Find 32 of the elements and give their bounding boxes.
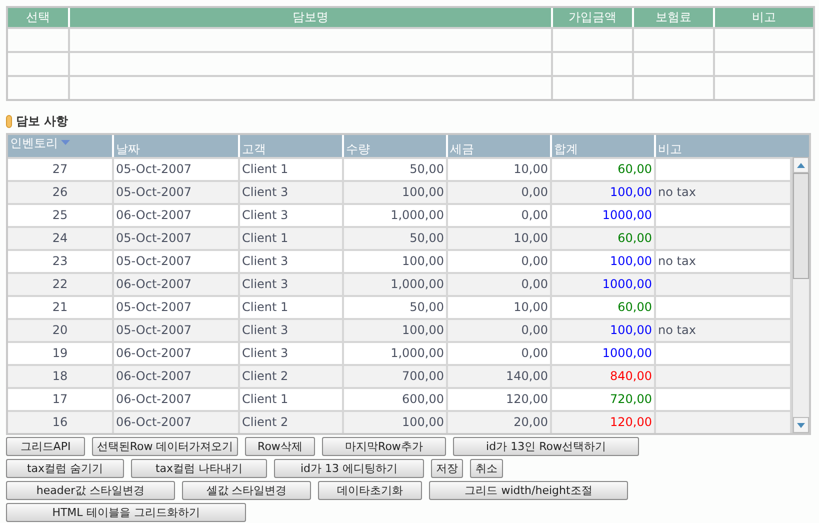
action-button[interactable]: tax컬럼 나타내기 [131,459,267,478]
scroll-thumb[interactable] [793,173,809,279]
action-button[interactable]: HTML 테이블을 그리드화하기 [6,503,246,522]
action-button[interactable]: header값 스타일변경 [6,481,175,500]
action-button[interactable]: id가 13인 Row선택하기 [453,437,639,456]
action-button[interactable]: 그리드 width/height조절 [429,481,628,500]
scrollbar[interactable] [792,157,809,433]
column-header: 비고 [751,9,777,26]
column-header: 선택 [8,8,70,27]
column-header: 담보명 [70,8,553,27]
action-button[interactable]: 데이타초기화 [318,481,422,500]
action-button[interactable]: 마지막Row추가 [322,437,446,456]
action-button[interactable]: Row삭제 [245,437,315,456]
table-cell: 20,00 [448,412,552,433]
action-button[interactable]: tax컬럼 숨기기 [6,459,124,478]
table-cell: 100,00 [344,412,448,433]
column-header: 보험료 [634,8,715,27]
action-button[interactable]: 저장 [431,459,463,478]
scroll-up-icon[interactable] [793,157,809,173]
section-title: 담보 사항 [16,113,68,130]
action-button[interactable]: 그리드API [6,437,85,456]
action-button[interactable]: 취소 [470,459,503,478]
pill-icon [6,114,12,128]
table-cell: 16 [8,412,114,433]
table-cell: 06-Oct-2007 [114,412,240,433]
action-button[interactable]: 셀값 스타일변경 [182,481,311,500]
scroll-down-icon[interactable] [793,417,809,433]
action-button[interactable]: id가 13 에디팅하기 [274,459,424,478]
column-header: 가입금액 [553,8,634,27]
table-cell: Client 2 [240,412,344,433]
table-cell: 120,00 [552,412,656,433]
action-button[interactable]: 선택된Row 데이터가져오기 [92,437,238,456]
